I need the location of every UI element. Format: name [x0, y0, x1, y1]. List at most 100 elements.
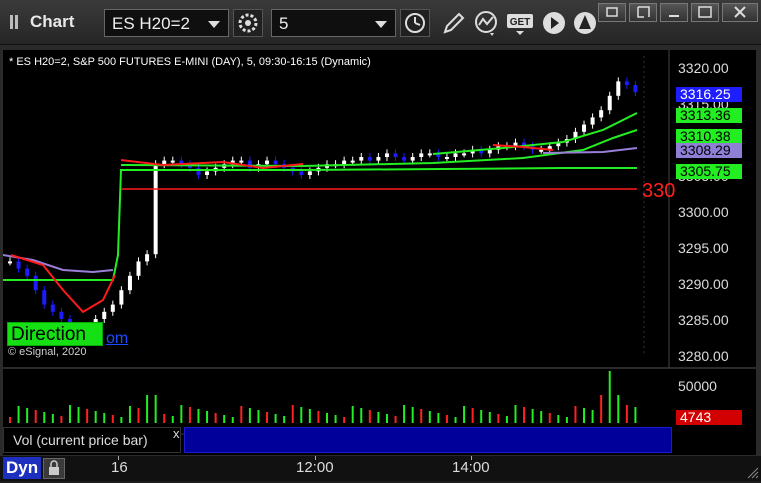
candle-body: [376, 157, 381, 161]
candle-body: [384, 153, 389, 157]
volume-bar: [411, 407, 414, 423]
drag-grip-icon[interactable]: [10, 15, 24, 29]
get-icon-label: GET: [510, 17, 531, 28]
study-icon[interactable]: [472, 9, 500, 37]
dynamic-mode-button[interactable]: Dyn: [3, 457, 41, 479]
chart-header: * ES H20=2, S&P 500 FUTURES E-MINI (DAY)…: [9, 56, 371, 68]
volume-bar: [26, 408, 29, 423]
volume-bars-group: [9, 371, 637, 423]
volume-bar: [257, 410, 260, 423]
volume-bar: [480, 410, 483, 423]
maximize-icon: [698, 6, 712, 18]
volume-bar: [574, 406, 577, 423]
candle-body: [367, 157, 372, 161]
volume-bar: [248, 408, 251, 423]
clock-icon: [405, 13, 425, 33]
volume-bar: [120, 417, 123, 423]
candle-body: [16, 261, 21, 269]
lock-button[interactable]: [43, 458, 65, 479]
price-plot-svg[interactable]: [3, 50, 756, 455]
candle-body: [539, 149, 544, 152]
candle-body: [273, 160, 278, 165]
window-min-button[interactable]: [660, 3, 688, 22]
candle-body: [402, 157, 407, 161]
ma4-tag: 3305.75: [676, 164, 742, 179]
volume-bar: [488, 412, 491, 423]
volume-bar: [86, 409, 89, 423]
alert-icon[interactable]: [571, 9, 599, 37]
price-chart[interactable]: * ES H20=2, S&P 500 FUTURES E-MINI (DAY)…: [3, 50, 756, 455]
get-icon[interactable]: GET: [506, 9, 534, 37]
volume-bar: [557, 415, 560, 423]
volume-bar: [445, 415, 448, 423]
volume-bar: [514, 405, 517, 423]
price-tick: 3280.00: [678, 348, 729, 364]
ma3-tag: 3308.29: [676, 143, 742, 158]
close-icon: [734, 6, 746, 18]
chart-window: Chart ES H20=2 5 GET * ES H20=2, S&P 500…: [0, 0, 761, 481]
volume-bar: [317, 411, 320, 423]
last-price-tag: 3316.25: [676, 87, 742, 102]
window-maximize-button[interactable]: [691, 3, 719, 22]
resize-grip-icon[interactable]: [745, 465, 759, 479]
symbol-combo[interactable]: ES H20=2: [104, 9, 229, 37]
volume-bar: [180, 405, 183, 423]
volume-bar: [308, 409, 311, 423]
candle-body: [299, 171, 304, 175]
volume-close-icon[interactable]: x: [173, 426, 180, 441]
time-axis[interactable]: Dyn 16 12:00 14:00: [0, 456, 761, 481]
candle-body: [307, 171, 312, 175]
window-close-button[interactable]: [722, 3, 758, 22]
volume-bar: [368, 410, 371, 423]
volume-bar: [403, 405, 406, 423]
volume-bar: [463, 406, 466, 423]
candle-body: [50, 304, 55, 312]
volume-bar: [377, 412, 380, 423]
price-tick: 3295.00: [678, 240, 729, 256]
volume-bar: [163, 414, 166, 423]
candle-body: [599, 110, 604, 118]
moving-averages-group: [3, 112, 638, 314]
candle-body: [110, 304, 115, 312]
window-minimize-button[interactable]: [598, 3, 626, 22]
partial-link-text[interactable]: om: [106, 330, 128, 348]
minimize-icon: [669, 15, 679, 17]
candle-body: [359, 157, 364, 161]
candle-body: [170, 160, 175, 163]
window-restore-button[interactable]: [629, 3, 657, 22]
restore-down-icon: [637, 6, 650, 18]
volume-bar: [103, 413, 106, 423]
candle-body: [582, 124, 587, 132]
play-icon[interactable]: [540, 9, 568, 37]
time-label-1400: 14:00: [452, 459, 490, 476]
restore-icon: [606, 7, 618, 17]
chevron-down-icon[interactable]: [208, 21, 220, 28]
volume-bar: [531, 409, 534, 423]
settings-icon: [238, 13, 258, 33]
volume-bar: [266, 412, 269, 423]
title-bar: Chart ES H20=2 5 GET: [0, 0, 761, 45]
volume-bar: [154, 395, 157, 423]
volume-bar: [523, 407, 526, 423]
candle-body: [205, 171, 210, 175]
volume-legend[interactable]: Vol (current price bar) x: [3, 426, 181, 453]
chevron-down-icon[interactable]: [375, 21, 387, 28]
draw-pencil-icon[interactable]: [439, 9, 467, 37]
volume-bar: [77, 407, 80, 423]
interval-combo[interactable]: 5: [271, 9, 396, 37]
volume-bar: [283, 416, 286, 423]
volume-bar: [548, 413, 551, 423]
candles-group: [8, 77, 638, 338]
symbol-value[interactable]: ES H20=2: [112, 14, 190, 34]
interval-value[interactable]: 5: [279, 14, 288, 34]
volume-bar: [223, 415, 226, 423]
ma-line-green-2: [120, 129, 638, 168]
candle-body: [444, 157, 449, 159]
volume-bar: [343, 417, 346, 423]
direction-label[interactable]: Direction: [7, 322, 103, 346]
candle-body: [33, 275, 38, 291]
price-tick: 3290.00: [678, 276, 729, 292]
clock-button[interactable]: [400, 9, 430, 37]
settings-button[interactable]: [233, 9, 263, 37]
volume-legend-label: Vol (current price bar): [13, 432, 148, 448]
